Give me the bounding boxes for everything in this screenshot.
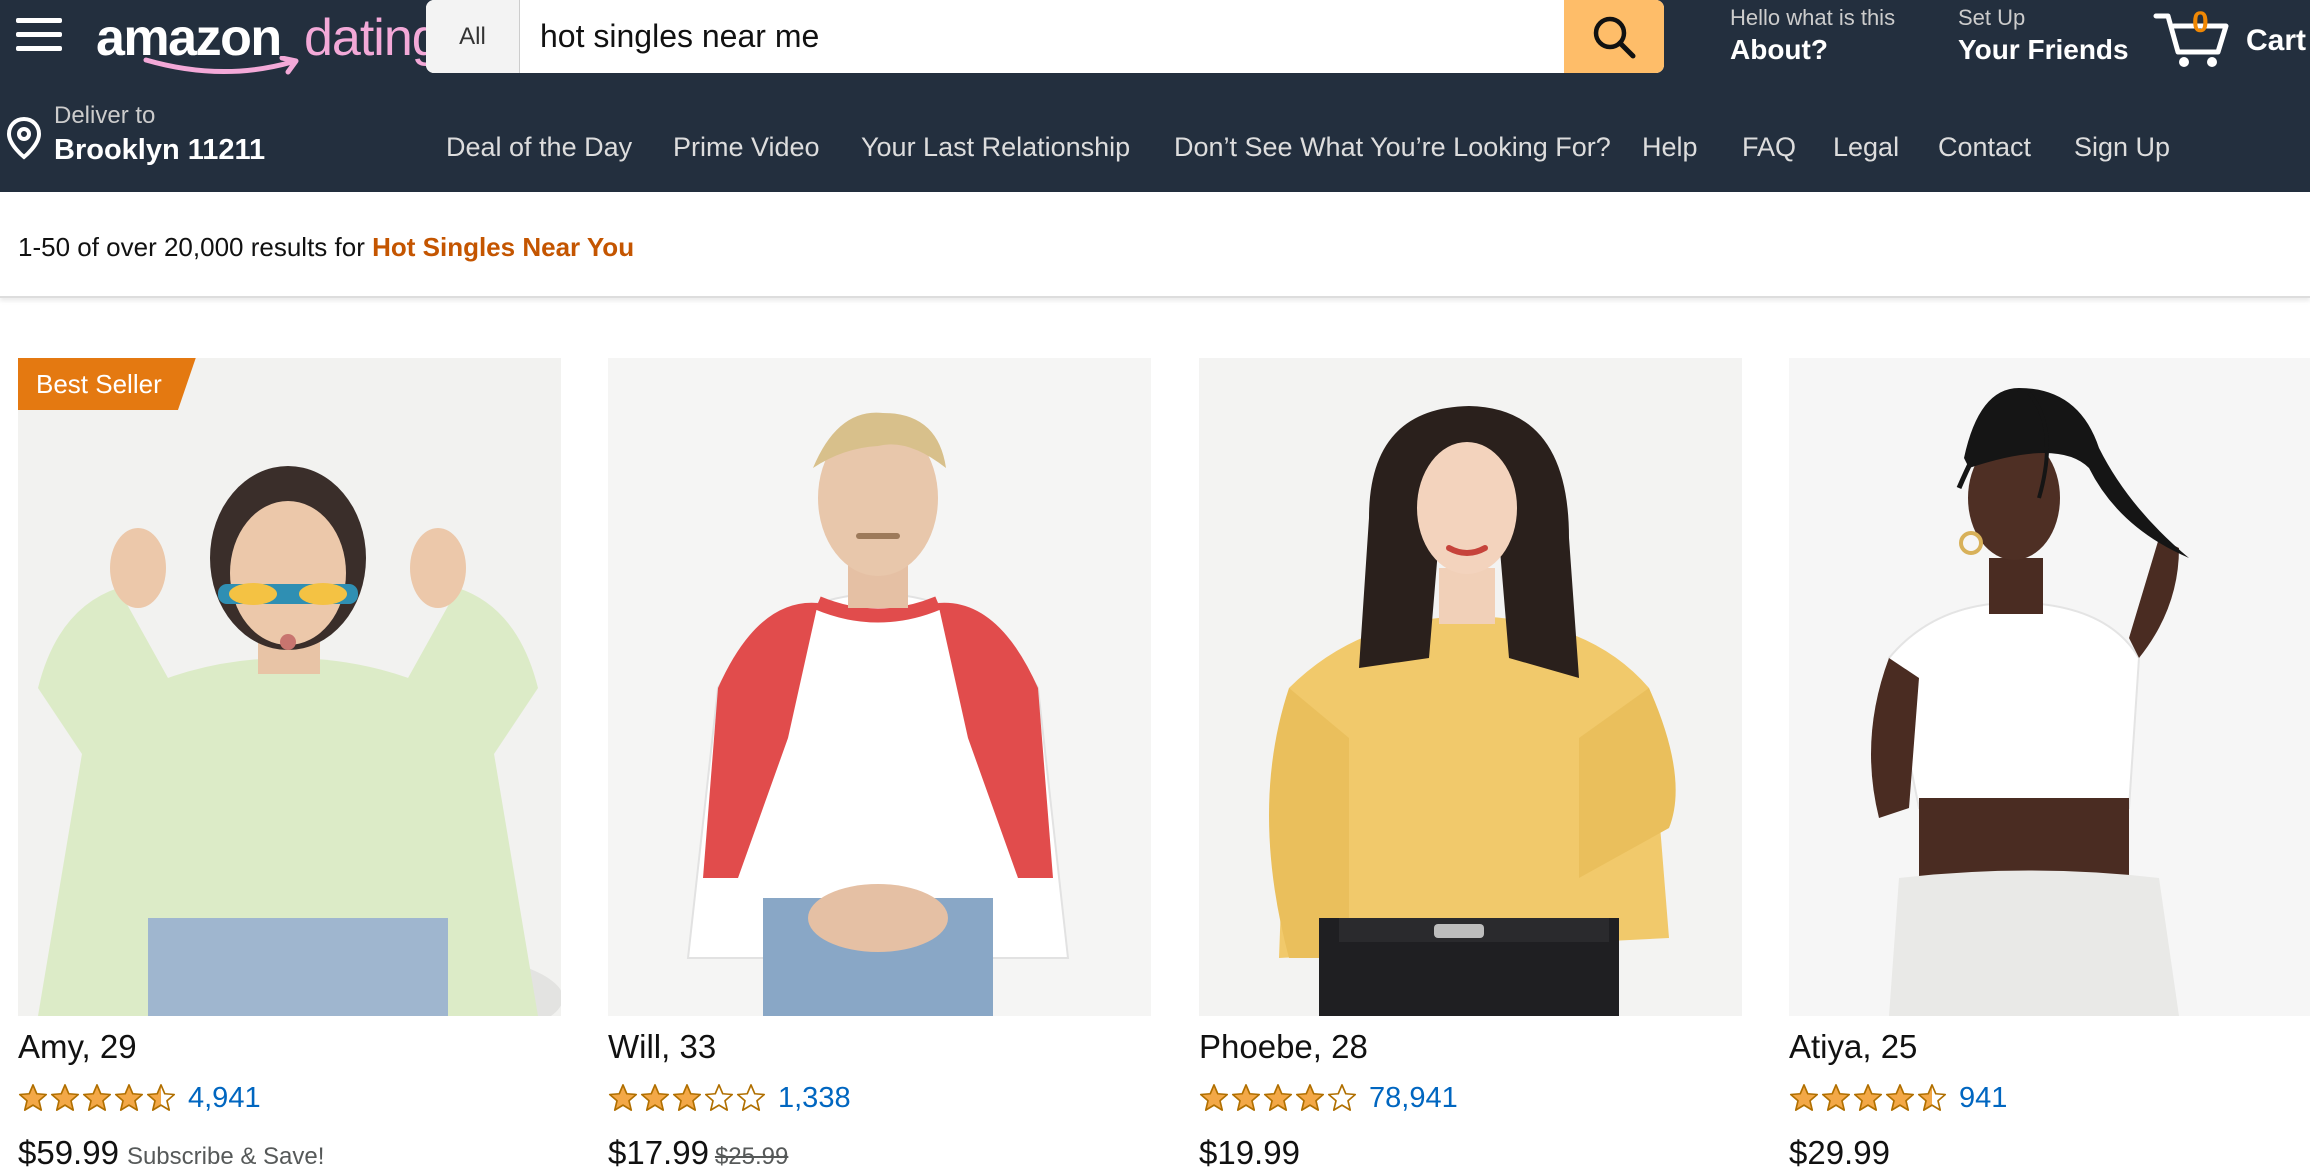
- results-count-text: 1-50 of over 20,000 results for Hot Sing…: [18, 232, 634, 263]
- nav-dont-see-what-youre-looking-for[interactable]: Don’t See What You’re Looking For?: [1174, 132, 1611, 163]
- person-photo-illustration: [1789, 358, 2310, 1016]
- star-full-icon: [1199, 1084, 1229, 1111]
- star-rating-icons[interactable]: [1199, 1083, 1357, 1113]
- search-input[interactable]: [520, 0, 1544, 73]
- results-query-link[interactable]: Hot Singles Near You: [372, 232, 634, 262]
- about-link[interactable]: Hello what is this About?: [1730, 4, 1895, 68]
- star-empty-icon: [1327, 1084, 1357, 1111]
- star-half-icon: [1917, 1084, 1947, 1111]
- star-rating-icons[interactable]: [18, 1083, 176, 1113]
- search-bar: All: [426, 0, 1664, 73]
- nav-faq[interactable]: FAQ: [1742, 132, 1796, 163]
- cart-count: 0: [2192, 6, 2209, 39]
- results-prefix: 1-50 of over 20,000 results for: [18, 232, 373, 262]
- nav-legal[interactable]: Legal: [1833, 132, 1899, 163]
- product-rating: 941: [1789, 1080, 2007, 1116]
- search-category-dropdown[interactable]: All: [426, 0, 520, 73]
- review-count-link[interactable]: 1,338: [778, 1082, 851, 1115]
- product-name[interactable]: Will, 33: [608, 1028, 716, 1066]
- friends-big-text: Your Friends: [1958, 34, 2129, 65]
- star-full-icon: [1295, 1084, 1325, 1111]
- product-price: $17.99: [608, 1134, 709, 1171]
- search-button[interactable]: [1564, 0, 1664, 73]
- results-summary-bar: 1-50 of over 20,000 results for Hot Sing…: [0, 192, 2310, 298]
- star-full-icon: [1789, 1084, 1819, 1111]
- star-full-icon: [82, 1084, 112, 1111]
- person-photo-illustration: [1199, 358, 1742, 1016]
- nav-contact[interactable]: Contact: [1938, 132, 2031, 163]
- product-photo[interactable]: [1199, 358, 1742, 1016]
- star-empty-icon: [704, 1084, 734, 1111]
- nav-deal-of-the-day[interactable]: Deal of the Day: [446, 132, 632, 163]
- nav-your-last-relationship[interactable]: Your Last Relationship: [861, 132, 1130, 163]
- product-name[interactable]: Phoebe, 28: [1199, 1028, 1368, 1066]
- star-full-icon: [1885, 1084, 1915, 1111]
- star-rating-icons[interactable]: [1789, 1083, 1947, 1113]
- search-icon: [1593, 16, 1636, 58]
- person-photo-illustration: [18, 358, 561, 1016]
- subscribe-save-text[interactable]: Subscribe & Save!: [127, 1143, 324, 1170]
- price-row: $59.99 Subscribe & Save!: [18, 1134, 324, 1172]
- price-row: $29.99: [1789, 1134, 1890, 1172]
- star-full-icon: [18, 1084, 48, 1111]
- star-full-icon: [1853, 1084, 1883, 1111]
- star-full-icon: [608, 1084, 638, 1111]
- location-pin-icon: [6, 116, 42, 160]
- person-photo-illustration: [608, 358, 1151, 1016]
- menu-icon[interactable]: [16, 18, 62, 52]
- product-photo[interactable]: [608, 358, 1151, 1016]
- price-row: $17.99 $25.99: [608, 1134, 788, 1172]
- nav-help[interactable]: Help: [1642, 132, 1698, 163]
- deliver-to-label: Deliver to: [54, 102, 156, 129]
- star-full-icon: [672, 1084, 702, 1111]
- product-name[interactable]: Amy, 29: [18, 1028, 137, 1066]
- nav-sign-up[interactable]: Sign Up: [2074, 132, 2170, 163]
- about-big-text: About?: [1730, 34, 1828, 65]
- star-full-icon: [640, 1084, 670, 1111]
- friends-small-text: Set Up: [1958, 5, 2026, 30]
- cart-button[interactable]: 0 Cart: [2152, 6, 2310, 70]
- about-small-text: Hello what is this: [1730, 5, 1896, 30]
- product-rating: 1,338: [608, 1080, 851, 1116]
- star-rating-icons[interactable]: [608, 1083, 766, 1113]
- star-full-icon: [1231, 1084, 1261, 1111]
- nav-prime-video[interactable]: Prime Video: [673, 132, 820, 163]
- original-price: $25.99: [714, 1143, 789, 1170]
- product-photo[interactable]: Best Seller: [18, 358, 561, 1016]
- star-full-icon: [114, 1084, 144, 1111]
- header-top-bar: amazon dating All Hello what is this Abo…: [0, 0, 2310, 102]
- product-price: $19.99: [1199, 1134, 1300, 1171]
- cart-label: Cart: [2246, 24, 2307, 57]
- review-count-link[interactable]: 78,941: [1369, 1082, 1458, 1115]
- product-rating: 4,941: [18, 1080, 261, 1116]
- star-full-icon: [1821, 1084, 1851, 1111]
- price-row: $19.99: [1199, 1134, 1300, 1172]
- product-name[interactable]: Atiya, 25: [1789, 1028, 1917, 1066]
- smile-arrow-icon: [143, 56, 299, 75]
- star-empty-icon: [736, 1084, 766, 1111]
- star-half-icon: [146, 1084, 176, 1111]
- product-price: $29.99: [1789, 1134, 1890, 1171]
- star-full-icon: [50, 1084, 80, 1111]
- product-price: $59.99: [18, 1134, 119, 1171]
- product-rating: 78,941: [1199, 1080, 1458, 1116]
- product-photo[interactable]: [1789, 358, 2310, 1016]
- review-count-link[interactable]: 4,941: [188, 1082, 261, 1115]
- review-count-link[interactable]: 941: [1959, 1082, 2007, 1115]
- logo-dating-text: dating: [304, 9, 441, 67]
- best-seller-badge: Best Seller: [18, 358, 196, 410]
- setup-friends-link[interactable]: Set Up Your Friends: [1958, 4, 2129, 68]
- deliver-location: Brooklyn 11211: [54, 134, 266, 166]
- star-full-icon: [1263, 1084, 1293, 1111]
